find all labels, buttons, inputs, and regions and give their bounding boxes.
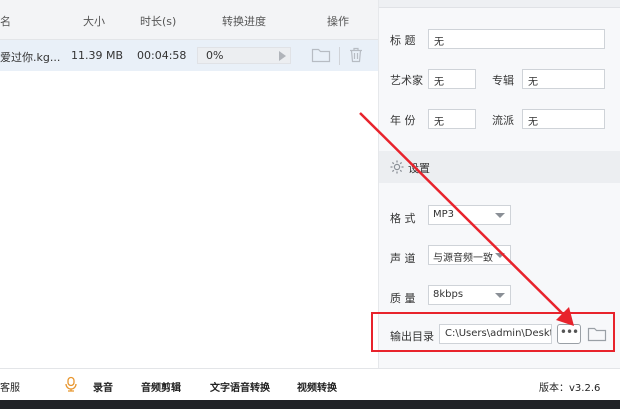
record-button[interactable]: 录音 [93, 379, 113, 394]
quality-value: 8kbps [433, 289, 464, 300]
bottom-toolbar: 客服 录音 音频剪辑 文字语音转换 视频转换 版本：v3.2.6 [0, 368, 620, 400]
header-name[interactable]: 名 [0, 13, 11, 29]
format-value: MP3 [433, 209, 455, 220]
file-name: 爱过你.kg... [0, 51, 61, 64]
year-field[interactable]: 无 [428, 109, 476, 129]
format-select[interactable]: MP3 [428, 205, 511, 225]
file-size: 11.39 MB [71, 49, 124, 62]
table-header: 名 大小 时长(s) 转换进度 操作 [0, 0, 378, 40]
genre-field[interactable]: 无 [522, 109, 605, 129]
trash-icon[interactable] [347, 46, 365, 64]
taskbar-edge [0, 400, 620, 409]
year-label: 年 份 [390, 114, 416, 127]
channel-value: 与源音频一致 [433, 253, 493, 264]
video-convert-button[interactable]: 视频转换 [297, 379, 337, 394]
gear-icon [390, 160, 404, 174]
title-label: 标 题 [390, 34, 416, 47]
open-folder-icon[interactable] [311, 46, 331, 64]
version-label: 版本：v3.2.6 [539, 383, 601, 394]
channel-label: 声 道 [390, 252, 416, 265]
progress-text: 0% [206, 49, 224, 62]
tts-button[interactable]: 文字语音转换 [210, 379, 270, 394]
quality-label: 质 量 [390, 292, 416, 305]
album-field[interactable]: 无 [522, 69, 605, 89]
settings-title: 设置 [408, 162, 430, 175]
chevron-down-icon [495, 213, 505, 218]
output-dir-highlight [371, 312, 615, 352]
file-duration: 00:04:58 [137, 49, 187, 62]
audio-cut-button[interactable]: 音频剪辑 [141, 379, 181, 394]
channel-select[interactable]: 与源音频一致 [428, 245, 511, 265]
artist-field[interactable]: 无 [428, 69, 476, 89]
album-label: 专辑 [492, 74, 514, 87]
title-field[interactable]: 无 [428, 29, 605, 49]
settings-section-header: 设置 [379, 151, 620, 183]
quality-select[interactable]: 8kbps [428, 285, 511, 305]
progress-bar: 0% [197, 47, 291, 64]
play-icon[interactable] [279, 51, 286, 61]
genre-label: 流派 [492, 114, 514, 127]
chevron-down-icon [495, 293, 505, 298]
artist-label: 艺术家 [390, 74, 423, 87]
customer-service-button[interactable]: 客服 [0, 379, 20, 394]
format-label: 格 式 [390, 212, 416, 225]
header-actions: 操作 [327, 15, 349, 28]
header-progress: 转换进度 [222, 15, 266, 28]
header-duration[interactable]: 时长(s) [140, 13, 176, 29]
panel-header-strip [379, 0, 620, 8]
chevron-down-icon [495, 253, 505, 258]
file-list-panel: 名 大小 时长(s) 转换进度 操作 爱过你.kg... 11.39 MB 00… [0, 0, 378, 368]
action-divider [339, 47, 340, 65]
header-size[interactable]: 大小 [83, 13, 105, 29]
microphone-icon [65, 376, 77, 392]
